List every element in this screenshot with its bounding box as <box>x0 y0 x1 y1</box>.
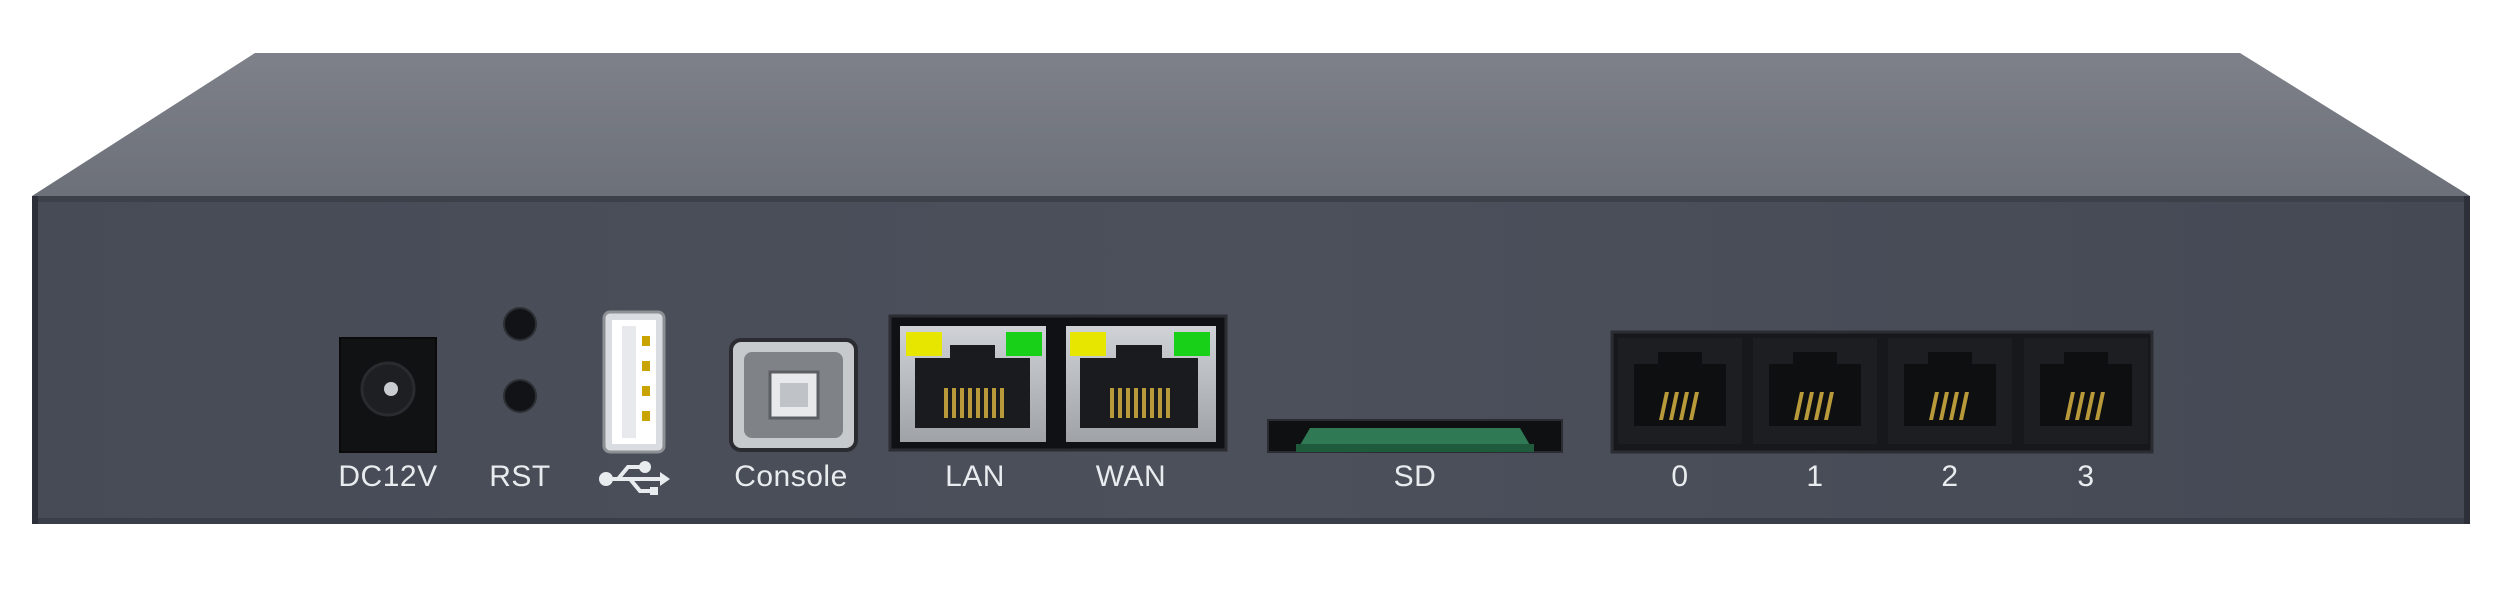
fxs-port-0[interactable] <box>1618 338 1742 444</box>
fxs-port-3-label: 3 <box>2077 460 2095 493</box>
fxs-port-1[interactable] <box>1753 338 1877 444</box>
lan-label: LAN <box>945 460 1005 493</box>
chassis-top <box>32 53 2470 196</box>
wan-port[interactable] <box>1066 326 1216 442</box>
fxs-port-1-label: 1 <box>1806 460 1824 493</box>
console-label: Console <box>734 460 848 493</box>
lan-led-yellow <box>906 332 942 356</box>
fxs-port-3[interactable] <box>2024 338 2148 444</box>
sd-label: SD <box>1393 460 1437 493</box>
rst-label: RST <box>489 460 551 493</box>
wan-label: WAN <box>1095 460 1167 493</box>
sd-slot[interactable] <box>1267 419 1563 453</box>
lan-led-green <box>1006 332 1042 356</box>
fxs-port-2[interactable] <box>1888 338 2012 444</box>
usb-port[interactable] <box>602 310 666 454</box>
wan-led-yellow <box>1070 332 1106 356</box>
dc-jack[interactable] <box>339 337 437 453</box>
wan-led-green <box>1174 332 1210 356</box>
fxs-port-0-label: 0 <box>1671 460 1689 493</box>
console-port[interactable] <box>729 338 858 452</box>
fxs-port-2-label: 2 <box>1941 460 1959 493</box>
dc12v-label: DC12V <box>338 460 438 493</box>
device-rear-panel <box>32 53 2470 524</box>
lan-port[interactable] <box>900 326 1046 442</box>
